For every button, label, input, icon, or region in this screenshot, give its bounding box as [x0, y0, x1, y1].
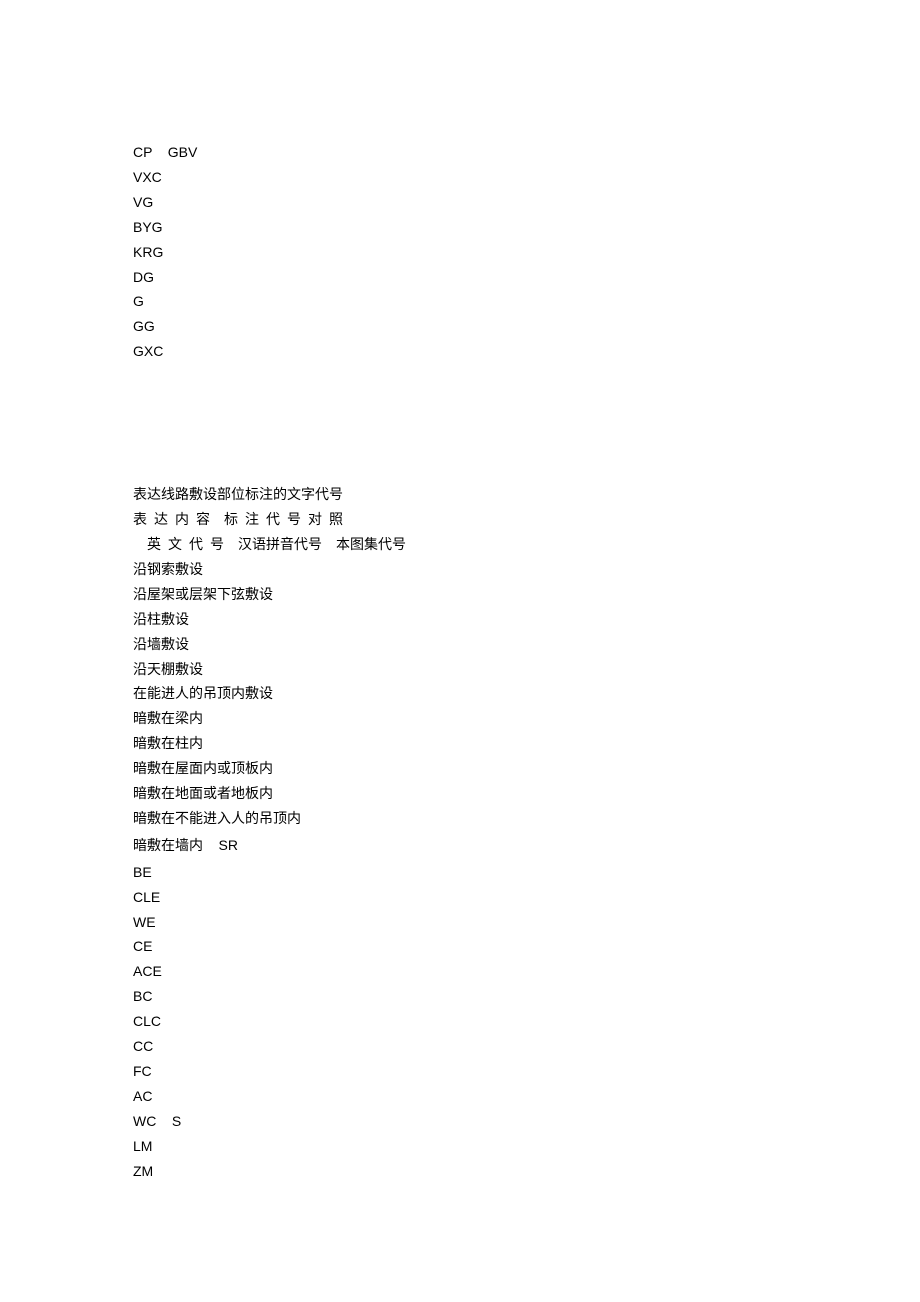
text-line: CC: [133, 1034, 920, 1059]
text-line: GG: [133, 314, 920, 339]
text-line: CLC: [133, 1009, 920, 1034]
text-line: 在能进人的吊顶内敷设: [133, 683, 920, 708]
text-line: CE: [133, 934, 920, 959]
text-line: 英 文 代 号 汉语拼音代号 本图集代号: [133, 534, 920, 559]
section-gap: [133, 364, 920, 484]
text-line: WE: [133, 910, 920, 935]
text-line: KRG: [133, 240, 920, 265]
text-line: 沿天棚敷设: [133, 659, 920, 684]
text-line: 暗敷在墙内 SR: [133, 833, 920, 860]
text-line: BE: [133, 860, 920, 885]
text-line: 暗敷在柱内: [133, 733, 920, 758]
text-line: DG: [133, 265, 920, 290]
text-line: AC: [133, 1084, 920, 1109]
text-line: LM: [133, 1134, 920, 1159]
text-line: G: [133, 289, 920, 314]
text-line: BC: [133, 984, 920, 1009]
text-line: 暗敷在屋面内或顶板内: [133, 758, 920, 783]
text-line: 暗敷在地面或者地板内: [133, 783, 920, 808]
text-line: 沿墙敷设: [133, 634, 920, 659]
text-line: BYG: [133, 215, 920, 240]
text-line: CP GBV: [133, 140, 920, 165]
text-line: 暗敷在不能进入人的吊顶内: [133, 808, 920, 833]
text-line: 暗敷在梁内: [133, 708, 920, 733]
text-line: VXC: [133, 165, 920, 190]
text-line: 表达线路敷设部位标注的文字代号: [133, 484, 920, 509]
text-line: 表 达 内 容 标 注 代 号 对 照: [133, 509, 920, 534]
text-line: 沿钢索敷设: [133, 559, 920, 584]
text-line: ZM: [133, 1159, 920, 1184]
text-line: FC: [133, 1059, 920, 1084]
text-line: ACE: [133, 959, 920, 984]
text-line: GXC: [133, 339, 920, 364]
text-line: 沿柱敷设: [133, 609, 920, 634]
text-line: 沿屋架或层架下弦敷设: [133, 584, 920, 609]
text-line: VG: [133, 190, 920, 215]
text-line: WC S: [133, 1109, 920, 1134]
text-line: CLE: [133, 885, 920, 910]
document-content: CP GBVVXCVGBYGKRGDGGGGGXC表达线路敷设部位标注的文字代号…: [133, 140, 920, 1184]
